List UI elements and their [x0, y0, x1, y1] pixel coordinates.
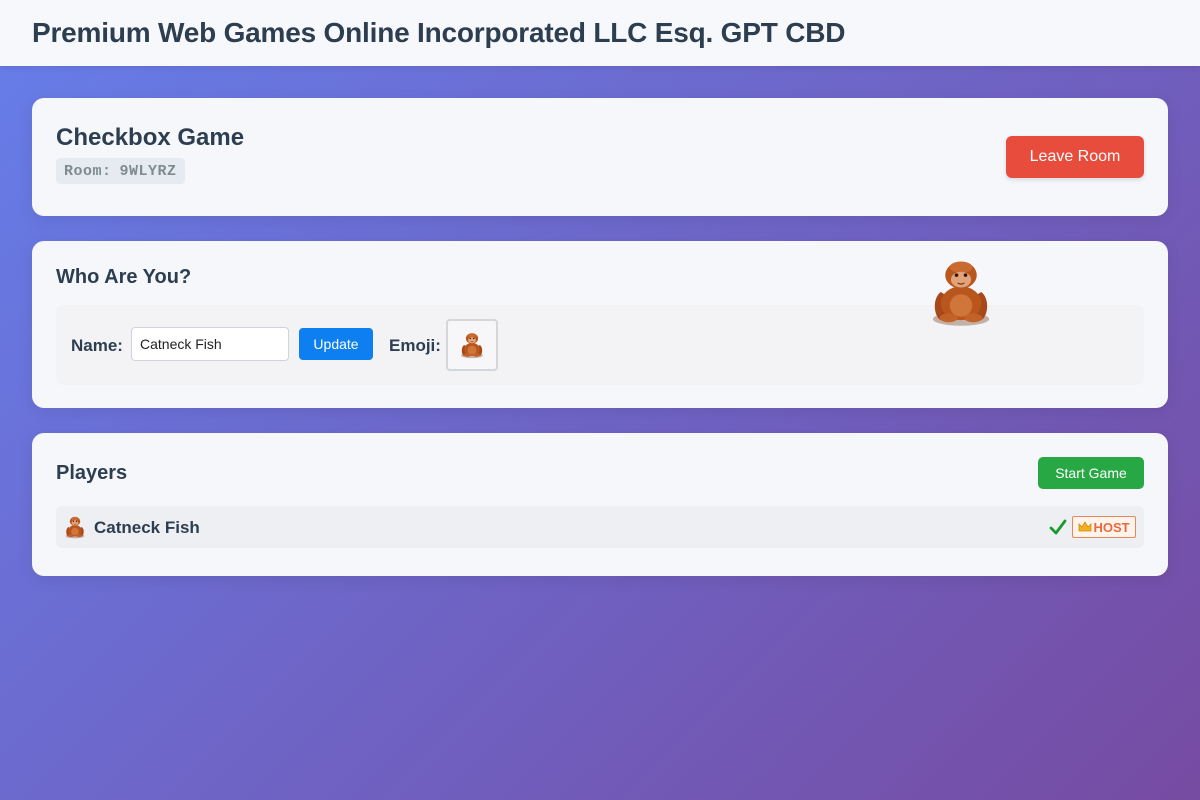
crown-icon	[1079, 521, 1092, 532]
orangutan-icon	[65, 516, 85, 539]
emoji-picker-button[interactable]	[446, 319, 498, 371]
start-game-button[interactable]: Start Game	[1038, 457, 1144, 489]
game-title: Checkbox Game	[56, 124, 245, 151]
orangutan-icon	[932, 261, 990, 327]
identity-title: Who Are You?	[56, 266, 192, 288]
player-row: Catneck Fish HOST	[56, 506, 1144, 548]
players-title: Players	[56, 462, 128, 484]
checkmark-icon	[1049, 519, 1067, 535]
room-label: Room:	[64, 162, 112, 180]
update-button[interactable]: Update	[299, 328, 373, 360]
identity-card: Who Are You? Name: Update Emoji:	[32, 241, 1168, 408]
players-card: Players Start Game Catneck Fish HOST	[32, 433, 1168, 576]
host-badge: HOST	[1072, 516, 1136, 538]
room-card: Checkbox Game Room: 9WLYRZ Leave Room	[32, 98, 1168, 216]
orangutan-icon	[460, 332, 484, 359]
app-header: Premium Web Games Online Incorporated LL…	[0, 0, 1200, 66]
host-badge-label: HOST	[1093, 519, 1130, 535]
room-code: 9WLYRZ	[119, 162, 177, 180]
name-label: Name:	[71, 336, 123, 355]
room-code-badge: Room: 9WLYRZ	[56, 158, 185, 184]
name-input[interactable]	[131, 327, 289, 361]
player-name: Catneck Fish	[94, 518, 200, 537]
leave-room-button[interactable]: Leave Room	[1006, 136, 1144, 178]
emoji-label: Emoji:	[389, 336, 441, 355]
app-title: Premium Web Games Online Incorporated LL…	[32, 17, 846, 48]
